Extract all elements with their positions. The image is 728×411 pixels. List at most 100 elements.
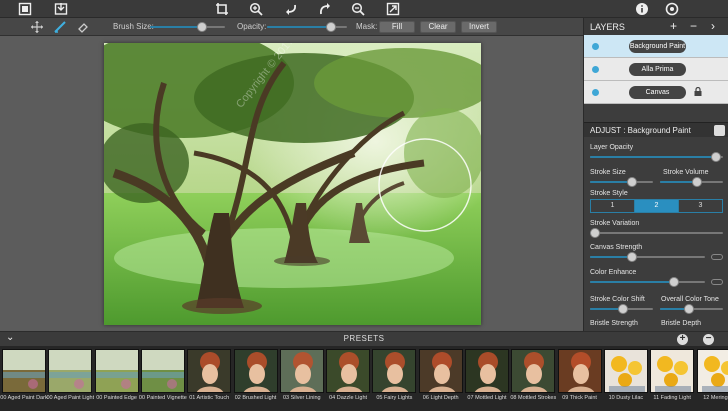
layer-visibility-dot[interactable] bbox=[592, 89, 599, 96]
opacity-slider[interactable] bbox=[267, 22, 347, 32]
add-preset-button[interactable]: + bbox=[677, 334, 688, 345]
opacity-label: Opacity: bbox=[237, 22, 267, 31]
oak-trees-painting bbox=[104, 43, 481, 325]
crop-icon[interactable] bbox=[215, 2, 229, 16]
remove-preset-button[interactable]: − bbox=[703, 334, 714, 345]
save-image-icon[interactable] bbox=[54, 2, 68, 16]
canvas-strength-knob[interactable] bbox=[626, 252, 637, 262]
preset-item[interactable]: 11 Fading Light bbox=[650, 349, 695, 409]
remove-layer-button[interactable]: − bbox=[690, 20, 697, 32]
preset-label: 07 Mottled Light bbox=[467, 395, 507, 401]
layer-name: Canvas bbox=[629, 86, 686, 99]
stroke-variation-slider[interactable] bbox=[590, 228, 723, 238]
preset-thumbnail bbox=[326, 349, 371, 393]
preset-label: 00 Painted Edge bbox=[96, 395, 137, 401]
preset-item[interactable]: 03 Silver Lining bbox=[279, 349, 324, 409]
brush-size-knob[interactable] bbox=[196, 22, 207, 32]
brush-tool-icon[interactable] bbox=[53, 20, 67, 34]
layers-menu-button[interactable]: › bbox=[711, 20, 715, 32]
export-icon[interactable] bbox=[386, 2, 400, 16]
preset-thumbnail bbox=[372, 349, 417, 393]
stroke-style-option-3[interactable]: 3 bbox=[679, 200, 722, 212]
bristle-strength-label: Bristle Strength bbox=[590, 320, 638, 327]
brush-size-slider[interactable] bbox=[150, 22, 225, 32]
canvas-strength-label: Canvas Strength bbox=[590, 244, 643, 251]
adjust-preset-icon[interactable] bbox=[714, 125, 725, 136]
stroke-volume-slider[interactable] bbox=[660, 177, 723, 187]
preset-thumbnail bbox=[187, 349, 232, 393]
stroke-size-slider[interactable] bbox=[590, 177, 653, 187]
stroke-style-option-2[interactable]: 2 bbox=[635, 200, 679, 212]
fit-screen-icon[interactable] bbox=[18, 2, 32, 16]
preset-item[interactable]: 12 Meringue bbox=[696, 349, 728, 409]
color-enhance-toggle[interactable] bbox=[711, 279, 723, 285]
undo-icon[interactable] bbox=[284, 2, 298, 16]
layer-row-alla-prima[interactable]: Alla Prima bbox=[584, 58, 728, 81]
canvas-strength-toggle[interactable] bbox=[711, 254, 723, 260]
canvas-strength-slider[interactable] bbox=[590, 252, 705, 262]
preset-thumbnail bbox=[465, 349, 509, 393]
mask-clear-button[interactable]: Clear bbox=[420, 21, 456, 33]
color-enhance-knob[interactable] bbox=[668, 277, 679, 287]
preset-item[interactable]: 00 Painted Vignette bbox=[139, 349, 187, 409]
preset-label: 09 Thick Paint bbox=[562, 395, 597, 401]
layer-opacity-slider[interactable] bbox=[590, 152, 723, 162]
preset-item[interactable]: 09 Thick Paint bbox=[557, 349, 602, 409]
preset-item[interactable]: 02 Brushed Light bbox=[233, 349, 278, 409]
preset-item[interactable]: 00 Aged Paint Light bbox=[46, 349, 95, 409]
lock-icon[interactable] bbox=[694, 87, 702, 96]
stroke-size-knob[interactable] bbox=[627, 177, 638, 187]
layer-opacity-label: Layer Opacity bbox=[590, 144, 634, 151]
brush-size-fill bbox=[150, 26, 202, 28]
mask-label: Mask: bbox=[356, 22, 378, 31]
add-layer-button[interactable]: + bbox=[670, 20, 677, 32]
overall-color-tone-knob[interactable] bbox=[683, 304, 694, 314]
stroke-style-option-1[interactable]: 1 bbox=[591, 200, 635, 212]
stroke-color-shift-slider[interactable] bbox=[590, 304, 653, 314]
preset-label: 10 Dusty Lilac bbox=[608, 395, 644, 401]
info-icon[interactable] bbox=[635, 2, 649, 16]
preset-item[interactable]: 06 Light Depth bbox=[418, 349, 463, 409]
color-enhance-slider[interactable] bbox=[590, 277, 705, 287]
layer-visibility-dot[interactable] bbox=[592, 43, 599, 50]
opacity-knob[interactable] bbox=[325, 22, 336, 32]
layer-row-background-paint[interactable]: Background Paint bbox=[584, 35, 728, 58]
side-panel: LAYERS + − › Background Paint Alla Prima… bbox=[583, 18, 728, 331]
layer-opacity-knob[interactable] bbox=[710, 152, 721, 162]
mask-invert-button[interactable]: Invert bbox=[461, 21, 497, 33]
painting-canvas[interactable]: Copyright © 2017 - www.p30download.com bbox=[104, 43, 481, 325]
stroke-volume-knob[interactable] bbox=[691, 177, 702, 187]
canvas-strength-fill bbox=[590, 256, 632, 258]
stroke-color-shift-knob[interactable] bbox=[617, 304, 628, 314]
preset-thumbnail bbox=[557, 349, 602, 393]
redo-icon[interactable] bbox=[318, 2, 332, 16]
layer-row-canvas[interactable]: Canvas bbox=[584, 81, 728, 104]
opacity-fill bbox=[267, 26, 331, 28]
overall-color-tone-slider[interactable] bbox=[660, 304, 723, 314]
top-toolbar bbox=[0, 0, 728, 18]
preset-thumbnail bbox=[650, 349, 695, 393]
stroke-style-label: Stroke Style bbox=[590, 190, 628, 197]
preset-item[interactable]: 10 Dusty Lilac bbox=[603, 349, 648, 409]
preset-item[interactable]: 05 Fairy Lights bbox=[372, 349, 417, 409]
settings-icon[interactable] bbox=[665, 2, 679, 16]
preset-label: 00 Aged Paint Light bbox=[46, 395, 95, 401]
overall-color-tone-label: Overall Color Tone bbox=[661, 296, 719, 303]
zoom-out-icon[interactable] bbox=[351, 2, 365, 16]
layer-visibility-dot[interactable] bbox=[592, 66, 599, 73]
preset-thumbnail bbox=[279, 349, 324, 393]
preset-item[interactable]: 00 Painted Edge bbox=[94, 349, 139, 409]
preset-item[interactable]: 04 Dazzle Light bbox=[326, 349, 371, 409]
color-enhance-label: Color Enhance bbox=[590, 269, 637, 276]
mask-fill-button[interactable]: Fill bbox=[379, 21, 415, 33]
stroke-variation-knob[interactable] bbox=[590, 228, 600, 238]
preset-item[interactable]: 07 Mottled Light bbox=[465, 349, 509, 409]
stroke-variation-label: Stroke Variation bbox=[590, 220, 640, 227]
preset-item[interactable]: 08 Mottled Strokes bbox=[510, 349, 556, 409]
layer-name: Background Paint bbox=[629, 40, 686, 53]
eraser-tool-icon[interactable] bbox=[76, 20, 90, 34]
zoom-in-icon[interactable] bbox=[249, 2, 263, 16]
preset-item[interactable]: 00 Aged Paint Dark bbox=[0, 349, 48, 409]
move-tool-icon[interactable] bbox=[30, 20, 44, 34]
preset-item[interactable]: 01 Artistic Touch bbox=[187, 349, 232, 409]
